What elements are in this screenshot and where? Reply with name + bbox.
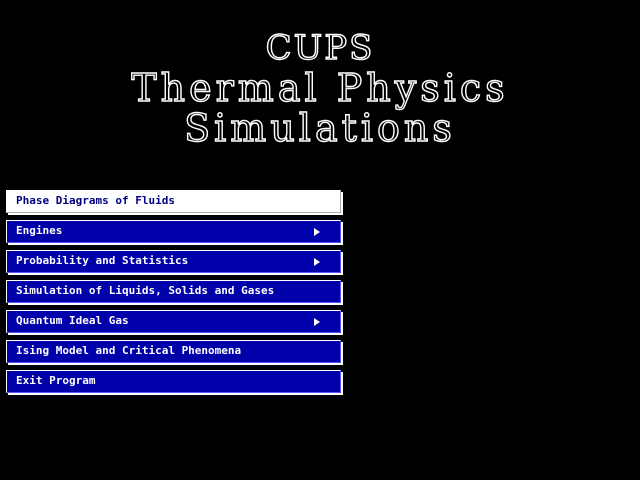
menu-item-quantum-ideal-gas[interactable]: Quantum Ideal Gas xyxy=(6,310,341,333)
menu-item-label: Simulation of Liquids, Solids and Gases xyxy=(16,284,275,297)
title-line-simulations: Simulations xyxy=(183,106,456,150)
title-line-cups: CUPS xyxy=(265,27,375,68)
menu-item-label: Exit Program xyxy=(16,374,96,387)
menu-item-exit-program[interactable]: Exit Program xyxy=(6,370,341,393)
menu-item-label: Engines xyxy=(16,224,63,237)
app-title: CUPS Thermal Physics Simulations xyxy=(0,27,640,150)
main-menu: Phase Diagrams of Fluids Engines Probabi… xyxy=(6,190,342,400)
menu-item-ising-model[interactable]: Ising Model and Critical Phenomena xyxy=(6,340,341,363)
menu-item-engines[interactable]: Engines xyxy=(6,220,341,243)
submenu-arrow-icon xyxy=(314,318,320,326)
menu-item-phase-diagrams[interactable]: Phase Diagrams of Fluids xyxy=(6,190,341,213)
submenu-arrow-icon xyxy=(314,228,320,236)
menu-item-simulation-liquids-solids-gases[interactable]: Simulation of Liquids, Solids and Gases xyxy=(6,280,341,303)
title-line-thermal-physics: Thermal Physics xyxy=(131,66,509,110)
submenu-arrow-icon xyxy=(314,258,320,266)
menu-item-label: Probability and Statistics xyxy=(16,254,189,267)
menu-item-label: Ising Model and Critical Phenomena xyxy=(16,344,242,357)
menu-item-label: Phase Diagrams of Fluids xyxy=(16,194,175,207)
menu-item-probability-statistics[interactable]: Probability and Statistics xyxy=(6,250,341,273)
menu-item-label: Quantum Ideal Gas xyxy=(16,314,129,327)
